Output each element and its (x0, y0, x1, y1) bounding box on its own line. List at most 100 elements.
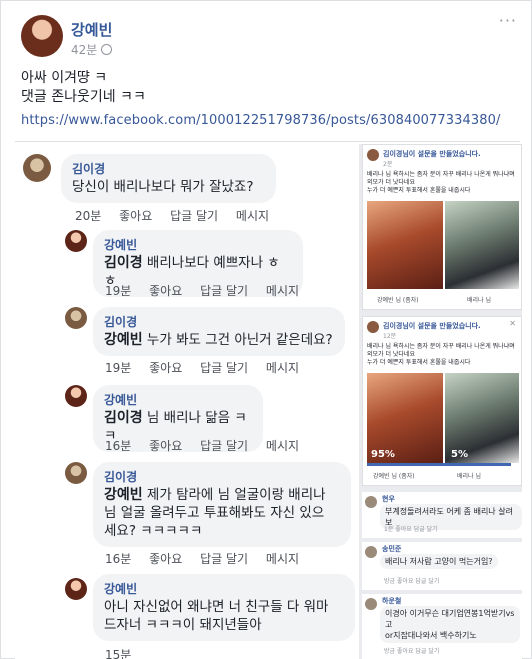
poll-header: 김이경님이 설문을 만들었습니다. 12분 (383, 321, 481, 340)
message-button[interactable]: 메시지 (266, 439, 299, 453)
comment-author[interactable]: 김이경 (72, 161, 265, 177)
side-comment: 현우 부계정돌려서라도 어케 좀 배리나 살려보 1분 좋아요 답글 달기 (362, 492, 522, 538)
poll-text-line: 누가 더 예쁜지 투표해서 혼쭐을 내줍시다 (367, 359, 471, 366)
poll-card: 김이경님이 설문을 만들었습니다. 2분 배리나 님 욕하시는 좀자 분이 자꾸… (362, 144, 522, 310)
comment-bubble: 강예빈 아니 자신없어 왜냐면 너 친구들 다 워마 드자너 ㅋㅋㅋ이 돼지년들… (93, 574, 355, 641)
comment-author[interactable]: 김이경 (104, 314, 334, 330)
reply-button[interactable]: 답글 달기 (200, 361, 248, 375)
poll-text: 배리나 님 욕하시는 좀자 분이 자꾸 배리나 나온게 뭐나냐며 외모가 더 낫… (367, 171, 517, 195)
poll-percent: 5% (451, 449, 468, 460)
comment-time[interactable]: 16분 (105, 439, 131, 453)
post-link[interactable]: https://www.facebook.com/100012251798736… (21, 113, 501, 128)
post-text: 아싸 이겨땽 ㅋ 댓글 존나웃기네 ㅋㅋ (21, 69, 146, 107)
comment-time[interactable]: 16분 (105, 552, 131, 566)
avatar[interactable] (65, 462, 87, 484)
poll-photo-right[interactable] (445, 201, 519, 289)
comment-author[interactable]: 강예빈 (104, 581, 344, 597)
comment-bubble: 김이경 당신이 배리나보다 뭐가 잘났죠? (61, 154, 276, 203)
comment-text: 이경아 이거무슨 대기업연봉1억받기vs고 or지잡대나와서 백수하기노 (380, 606, 520, 643)
poll-text-line: 외모가 더 낫다네요 (367, 351, 415, 358)
poll-option-label: 강예빈 님 (좀자) (377, 297, 419, 304)
comment-actions: 방금 좋아요 답글 달기 (384, 648, 440, 655)
post-time[interactable]: 42분 (71, 43, 97, 57)
avatar[interactable] (65, 307, 87, 329)
comment-text-line: or지잡대나와서 백수하기노 (385, 631, 477, 640)
post-author[interactable]: 강예빈 (71, 19, 112, 40)
comment-text: 당신이 배리나보다 뭐가 잘났죠? (72, 179, 254, 195)
comment-time[interactable]: 19분 (105, 361, 131, 375)
comment-thread: 김이경 당신이 배리나보다 뭐가 잘났죠? 20분 좋아요 답글 달기 메시지 … (15, 142, 355, 659)
comment-author[interactable]: 강예빈 (104, 392, 252, 408)
author-avatar[interactable] (21, 15, 63, 57)
comment-actions: 19분 좋아요 답글 달기 메시지 (105, 359, 313, 376)
poll-text-line: 누가 더 예쁜지 투표해서 혼쭐을 내줍시다 (367, 187, 471, 194)
mention-tag[interactable]: 김이경 (104, 255, 143, 271)
reply-button[interactable]: 답글 달기 (170, 209, 218, 223)
poll-text-line: 외모가 더 낫다네요 (367, 179, 415, 186)
comment-author[interactable]: 김이경 (104, 469, 340, 485)
avatar[interactable] (65, 385, 87, 407)
comment-actions: 15분 (105, 646, 145, 659)
comment-text-line: 이경아 이거무슨 대기업연봉1억받기vs고 (385, 609, 515, 629)
comment-text-line: 드자너 ㅋㅋㅋ이 돼지년들아 (104, 617, 262, 633)
mention-tag[interactable]: 강예빈 (104, 332, 143, 348)
poll-text: 배리나 님 욕하시는 좀자 분이 자꾸 배리나 나온게 뭐나냐며 외모가 더 낫… (367, 343, 517, 367)
like-button[interactable]: 좋아요 (149, 439, 182, 453)
comment-bubble: 김이경 강예빈 누가 봐도 그건 아닌거 같은데요? (93, 307, 345, 356)
facebook-post: 강예빈 42분 ··· 아싸 이겨땽 ㅋ 댓글 존나웃기네 ㅋㅋ https:/… (0, 0, 532, 659)
reply-button[interactable]: 답글 달기 (200, 439, 248, 453)
like-button[interactable]: 좋아요 (149, 552, 182, 566)
poll-text-line: 배리나 님 욕하시는 좀자 분이 자꾸 배리나 나온게 뭐나냐며 (367, 343, 515, 350)
poll-text-line: 배리나 님 욕하시는 좀자 분이 자꾸 배리나 나온게 뭐나냐며 (367, 171, 515, 178)
comment-text-line: 님 얼굴 올려두고 투표해봐도 자신 있으 (104, 505, 325, 521)
comment-author[interactable]: 강예빈 (104, 237, 292, 253)
comment-time[interactable]: 19분 (105, 284, 131, 298)
comment-text-line: 아니 자신없어 왜냐면 너 친구들 다 워마 (104, 599, 329, 615)
message-button[interactable]: 메시지 (266, 361, 299, 375)
side-comment: 송민준 배리나 저사람 고양이 먹는거임? 방금 좋아요 답글 달기 (362, 542, 522, 590)
like-button[interactable]: 좋아요 (119, 209, 152, 223)
poll-option-label: 배리나 님 (457, 473, 481, 480)
comment-actions: 방금 좋아요 답글 달기 (384, 578, 440, 585)
comment-text: 배리나 저사람 고양이 먹는거임? (380, 554, 498, 569)
post-meta: 42분 (71, 41, 113, 58)
message-button[interactable]: 메시지 (236, 209, 269, 223)
like-button[interactable]: 좋아요 (149, 361, 182, 375)
comment-actions: 16분 좋아요 답글 달기 메시지 (105, 550, 313, 567)
comment-text-line: 제가 탐라에 님 얼굴이랑 배리나 (142, 487, 326, 503)
comment-text: 누가 봐도 그건 아닌거 같은데요? (142, 332, 333, 348)
poll-time: 12분 (383, 333, 397, 340)
poll-header-text: 김이경님이 설문을 만들었습니다. (383, 322, 481, 330)
comment-text-line: 세요? ㅋㅋㅋㅋㅋ (104, 523, 203, 539)
comment-author: 송민준 (382, 545, 402, 553)
more-options-icon[interactable]: ··· (499, 11, 517, 30)
mention-tag[interactable]: 김이경 (104, 410, 143, 426)
poll-card: 김이경님이 설문을 만들었습니다. 12분 ✕ 배리나 님 욕하시는 좀자 분이… (362, 316, 522, 486)
comment-author: 현우 (382, 495, 395, 503)
post-text-line: 댓글 존나웃기네 ㅋㅋ (21, 89, 146, 105)
message-button[interactable]: 메시지 (266, 284, 299, 298)
poll-header: 김이경님이 설문을 만들었습니다. 2분 (383, 149, 481, 168)
avatar[interactable] (65, 578, 87, 600)
poll-photo-left[interactable] (367, 201, 443, 289)
globe-icon (101, 44, 113, 55)
embedded-screenshot: 김이경 당신이 배리나보다 뭐가 잘났죠? 20분 좋아요 답글 달기 메시지 … (15, 141, 522, 659)
poll-percent: 95% (371, 449, 395, 460)
close-icon: ✕ (509, 319, 517, 328)
avatar[interactable] (23, 154, 51, 182)
avatar (365, 546, 377, 558)
like-button[interactable]: 좋아요 (149, 284, 182, 298)
reply-button[interactable]: 답글 달기 (200, 284, 248, 298)
avatar[interactable] (65, 230, 87, 252)
avatar (367, 321, 379, 333)
comment-time[interactable]: 20분 (75, 209, 101, 223)
comment-time[interactable]: 15분 (105, 648, 131, 659)
poll-time: 2분 (383, 161, 393, 168)
comment-actions: 1분 좋아요 답글 달기 (384, 526, 438, 533)
message-button[interactable]: 메시지 (266, 552, 299, 566)
poll-progress-bar (367, 463, 511, 466)
comment-actions: 20분 좋아요 답글 달기 메시지 (75, 207, 283, 224)
side-screenshots: 김이경님이 설문을 만들었습니다. 2분 배리나 님 욕하시는 좀자 분이 자꾸… (359, 144, 522, 659)
mention-tag[interactable]: 강예빈 (104, 487, 143, 503)
reply-button[interactable]: 답글 달기 (200, 552, 248, 566)
